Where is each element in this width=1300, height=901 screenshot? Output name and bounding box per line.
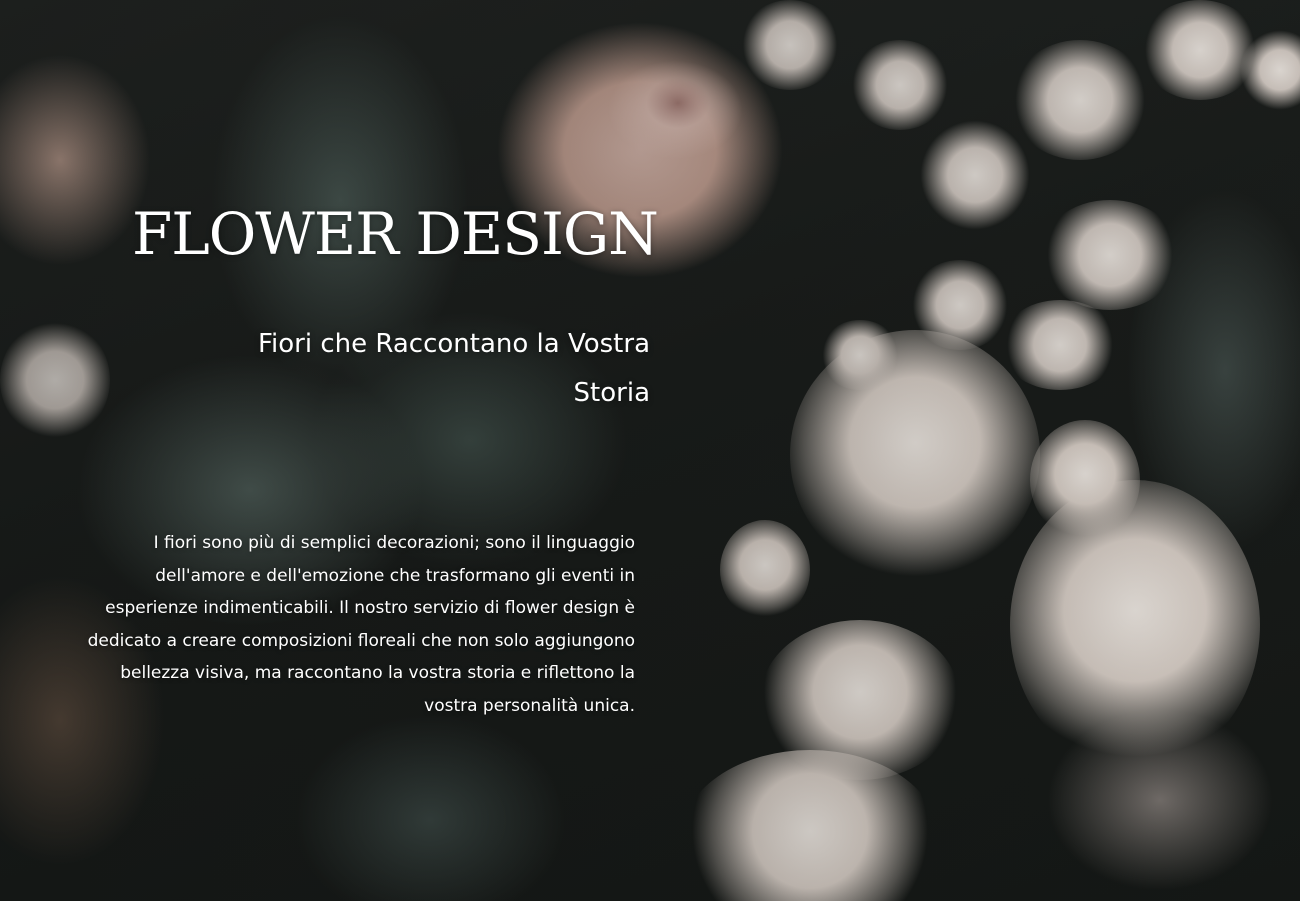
hero-subtitle: Fiori che Raccontano la Vostra Storia	[257, 329, 650, 408]
dark-overlay	[0, 0, 1300, 901]
hero-section: FLOWER DESIGN Fiori che Raccontano la Vo…	[0, 0, 1300, 901]
hero-title: FLOWER DESIGN	[132, 200, 659, 268]
hero-description: I fiori sono più di semplici decorazioni…	[87, 533, 635, 716]
